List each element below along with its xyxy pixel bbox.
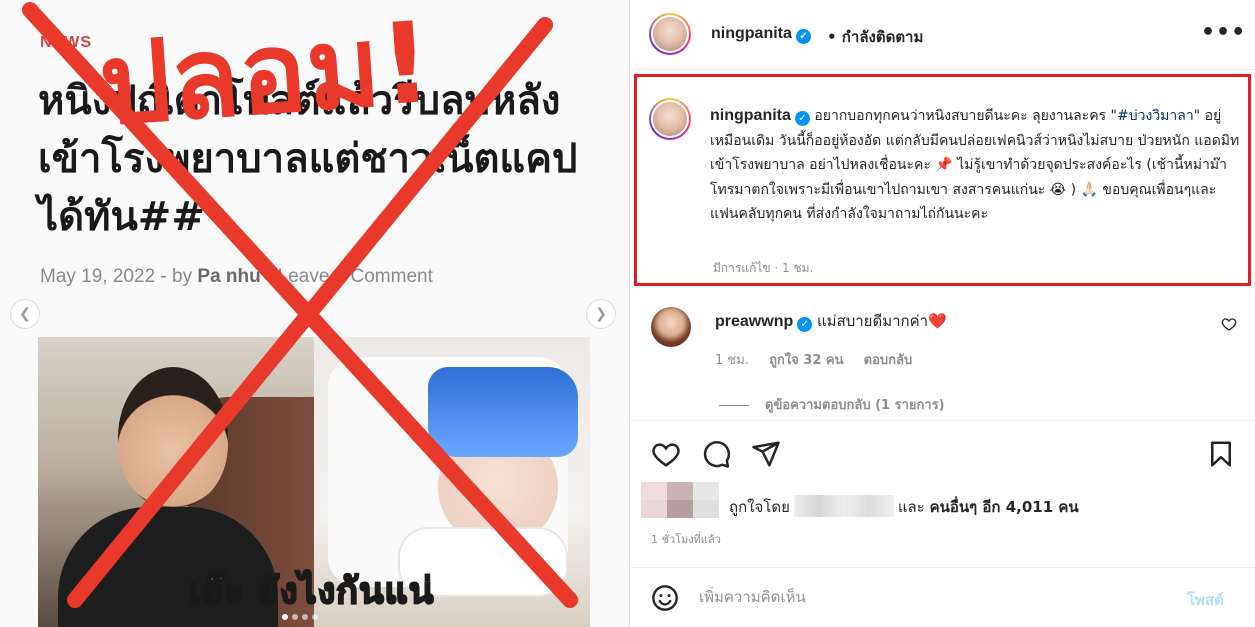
following-button[interactable]: • กำลังติดตาม: [827, 25, 923, 49]
article-meta: May 19, 2022 - by Pa nhu - Leave a Comme…: [40, 266, 433, 287]
chevron-right-icon[interactable]: ❯: [586, 299, 616, 329]
comment-icon[interactable]: [701, 439, 731, 469]
article-title: หนิงปณิตาโพสต์แล้วรีบลบหลังเข้าโรงพยาบาล…: [38, 78, 578, 240]
article-date: May 19, 2022: [40, 266, 156, 287]
carousel-dots: [280, 605, 320, 624]
article-comment-link: Leave a Comment: [277, 266, 433, 287]
verified-icon: ✓: [795, 29, 811, 44]
comment: preawwnp ✓ แม่สบายดีมากค่า❤️: [715, 309, 947, 333]
verified-icon: ✓: [794, 111, 810, 126]
commenter-username[interactable]: preawwnp: [715, 313, 793, 330]
comment-input[interactable]: [699, 582, 1159, 612]
likes-summary: ถูกใจโดย และ คนอื่นๆ อีก 4,011 คน: [729, 495, 1079, 519]
caption-meta: มีการแก้ไข · 1 ชม.: [713, 261, 814, 275]
news-article-screenshot: NEWS หนิงปณิตาโพสต์แล้วรีบลบหลังเข้าโรงพ…: [20, 0, 610, 627]
comment-like-heart-icon[interactable]: [1221, 316, 1237, 332]
view-replies-button[interactable]: ดูข้อความตอบกลับ (1 รายการ): [719, 394, 945, 415]
bookmark-icon[interactable]: [1206, 439, 1236, 469]
article-category: NEWS: [40, 34, 92, 51]
emoji-icon[interactable]: [651, 584, 679, 612]
caption-username[interactable]: ningpanita: [710, 107, 791, 124]
author-username[interactable]: ningpanita ✓: [711, 25, 811, 44]
verified-icon: ✓: [797, 317, 813, 332]
post-media: NEWS หนิงปณิตาโพสต์แล้วรีบลบหลังเข้าโรงพ…: [0, 0, 630, 627]
article-author: Pa nhu: [197, 266, 261, 287]
comment-meta: 1 ชม. ถูกใจ 32 คน ตอบกลับ: [715, 349, 928, 370]
post-caption: ningpanita ✓ อยากบอกทุกคนว่าหนิงสบายดีนะค…: [710, 107, 1240, 222]
others-count-link[interactable]: คนอื่นๆ อีก 4,011 คน: [930, 498, 1079, 516]
comment-text: แม่สบายดีมากค่า❤️: [817, 312, 947, 330]
chevron-left-icon[interactable]: ❮: [10, 299, 40, 329]
blurred-username: [793, 495, 894, 517]
post-comment-button[interactable]: โพสต์: [1187, 588, 1224, 612]
author-avatar[interactable]: [649, 13, 691, 55]
more-horizontal-icon[interactable]: •••: [1201, 20, 1246, 45]
post-sidebar: ningpanita ✓ • กำลังติดตาม ••• ningpanita…: [631, 0, 1255, 627]
hashtag-link[interactable]: #บ่วงวิมาลา: [1117, 108, 1194, 124]
reply-button[interactable]: ตอบกลับ: [864, 353, 913, 368]
commenter-avatar[interactable]: [651, 307, 691, 347]
comment-likes-count[interactable]: ถูกใจ 32 คน: [769, 353, 843, 368]
comment-time: 1 ชม.: [715, 353, 749, 368]
caption-author-avatar[interactable]: [649, 98, 691, 140]
comment-composer: โพสต์: [631, 567, 1255, 627]
article-photo: เอ๊ะ ยังไงกันแน่: [38, 337, 590, 627]
action-bar: [631, 420, 1255, 488]
share-icon[interactable]: [751, 439, 781, 469]
liker-avatars-blurred: [639, 482, 719, 518]
post-time: 1 ชั่วโมงที่แล้ว: [651, 533, 721, 546]
heart-icon[interactable]: [651, 439, 681, 469]
instagram-post-view: NEWS หนิงปณิตาโพสต์แล้วรีบลบหลังเข้าโรงพ…: [0, 0, 1255, 627]
post-header: ningpanita ✓ • กำลังติดตาม •••: [631, 0, 1255, 70]
